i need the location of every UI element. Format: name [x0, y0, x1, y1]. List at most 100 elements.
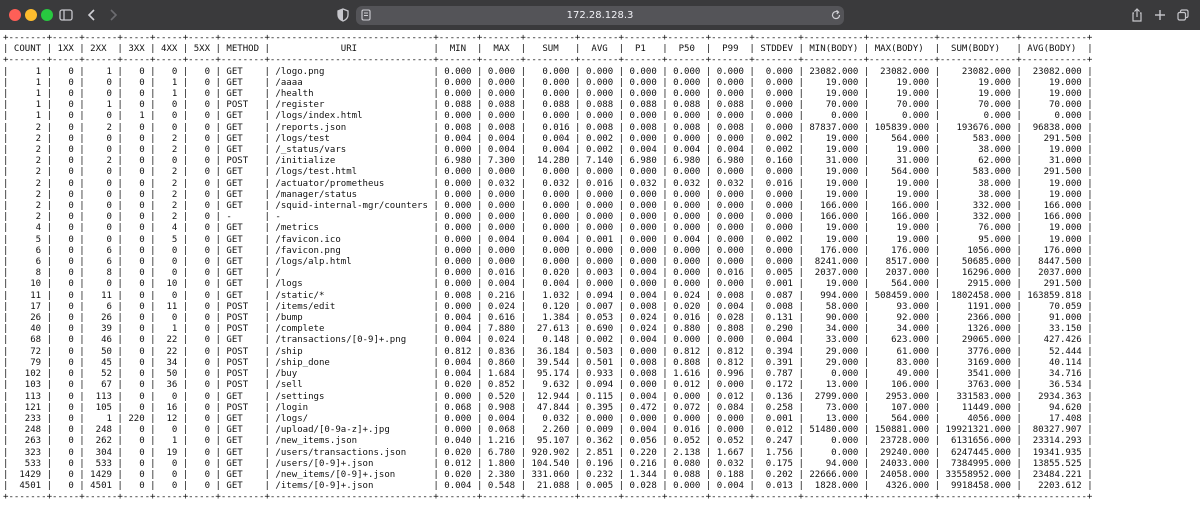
table-cell: 50685.000	[940, 257, 1017, 268]
sidebar-toggle-icon[interactable]	[58, 7, 74, 23]
table-cell: 0.812	[711, 346, 750, 357]
table-cell: 1	[84, 413, 118, 424]
address-bar[interactable]: 172.28.128.3	[356, 6, 844, 25]
table-cell: 220	[122, 413, 151, 424]
close-window-button[interactable]	[9, 9, 21, 21]
table-cell: 0.000	[667, 189, 706, 200]
table-cell: 0	[122, 167, 151, 178]
table-cell: GET	[220, 391, 265, 402]
table-cell: GET	[220, 223, 265, 234]
table-cell: 176.000	[869, 245, 935, 256]
table-cell: 23082.000	[1021, 66, 1088, 77]
table-cell: 1.344	[624, 469, 663, 480]
table-cell: 0.115	[580, 391, 619, 402]
table-cell: 0.004	[482, 279, 521, 290]
table-cell: 40.114	[1021, 357, 1088, 368]
table-cell: 19.000	[803, 133, 864, 144]
table-cell: 0	[155, 313, 183, 324]
table-cell: 6.980	[438, 156, 477, 167]
table-cell: 26	[84, 313, 118, 324]
reload-icon[interactable]	[830, 8, 842, 24]
table-cell: 0	[122, 201, 151, 212]
table-cell: 0	[188, 402, 216, 413]
table-cell: 0.000	[580, 89, 619, 100]
table-cell: 0.808	[711, 324, 750, 335]
table-cell: 11	[8, 290, 47, 301]
table-cell: 0	[122, 335, 151, 346]
table-cell: GET	[220, 89, 265, 100]
tab-overview-icon[interactable]	[1176, 7, 1190, 23]
table-cell: 0.004	[624, 335, 663, 346]
table-cell: /logs/test	[269, 133, 434, 144]
table-cell: 0.000	[754, 257, 799, 268]
table-cell: 7.140	[580, 156, 619, 167]
table-cell: 95.000	[940, 234, 1017, 245]
table-cell: /sell	[269, 380, 434, 391]
table-cell: 0	[122, 469, 151, 480]
table-cell: 12	[155, 413, 183, 424]
table-cell: 0.136	[754, 391, 799, 402]
table-cell: 22	[155, 346, 183, 357]
table-cell: 0.094	[580, 290, 619, 301]
table-cell: 6	[84, 257, 118, 268]
table-cell: 11	[155, 301, 183, 312]
privacy-shield-icon[interactable]	[336, 7, 350, 23]
back-icon[interactable]	[86, 7, 98, 23]
table-cell: 0.216	[624, 458, 663, 469]
table-cell: 3763.000	[940, 380, 1017, 391]
table-cell: 96838.000	[1021, 122, 1088, 133]
table-cell: 19.000	[869, 77, 935, 88]
zoom-window-button[interactable]	[41, 9, 53, 21]
table-cell: 0.000	[438, 279, 477, 290]
table-cell: 0.000	[438, 212, 477, 223]
forward-icon[interactable]	[107, 7, 119, 23]
table-cell: 1828.000	[803, 481, 864, 492]
table-cell: 0	[52, 324, 80, 335]
table-cell: 1191.000	[940, 301, 1017, 312]
table-row: | 2 | 0 | 0 | 0 | 2 | 0 | - | - | 0.000 …	[3, 212, 1093, 223]
table-cell: 0.008	[624, 357, 663, 368]
table-cell: 49.000	[869, 369, 935, 380]
table-row: | 1 | 0 | 0 | 0 | 1 | 0 | GET | /health …	[3, 89, 1093, 100]
table-cell: 0.004	[667, 234, 706, 245]
new-tab-icon[interactable]	[1153, 7, 1167, 23]
table-cell: /logo.png	[269, 66, 434, 77]
table-cell: /actuator/prometheus	[269, 178, 434, 189]
table-cell: 0.032	[482, 178, 521, 189]
table-cell: 0.000	[667, 413, 706, 424]
minimize-window-button[interactable]	[25, 9, 37, 21]
table-cell: 19.000	[869, 89, 935, 100]
table-cell: GET	[220, 290, 265, 301]
table-cell: 0.000	[754, 100, 799, 111]
table-cell: POST	[220, 380, 265, 391]
table-cell: 0.812	[711, 357, 750, 368]
table-row: | 11 | 0 | 11 | 0 | 0 | 0 | GET | /stati…	[3, 290, 1093, 301]
table-cell: GET	[220, 178, 265, 189]
table-cell: 0.000	[667, 279, 706, 290]
table-cell: 0.024	[667, 290, 706, 301]
table-cell: 0	[155, 156, 183, 167]
table-cell: 6	[8, 245, 47, 256]
table-cell: 0.000	[526, 89, 576, 100]
table-cell: 62.000	[940, 156, 1017, 167]
table-cell: 19.000	[803, 145, 864, 156]
table-cell: 0	[84, 89, 118, 100]
table-border: +-------+-----+------+-----+-----+-----+…	[3, 55, 1093, 66]
table-cell: 31.000	[869, 156, 935, 167]
share-icon[interactable]	[1130, 7, 1144, 23]
table-cell: 0.000	[624, 66, 663, 77]
table-cell: 19.000	[1021, 145, 1088, 156]
table-cell: 0	[188, 425, 216, 436]
table-cell: 4	[155, 223, 183, 234]
table-cell: 0	[188, 111, 216, 122]
table-cell: 2	[155, 189, 183, 200]
table-cell: 193676.000	[940, 122, 1017, 133]
table-cell: 0.000	[438, 201, 477, 212]
table-row: | 1 | 0 | 1 | 0 | 0 | 0 | POST | /regist…	[3, 100, 1093, 111]
table-cell: 0.001	[754, 413, 799, 424]
table-cell: 0	[52, 268, 80, 279]
table-cell: /new_items.json	[269, 436, 434, 447]
table-cell: 564.000	[869, 167, 935, 178]
table-cell: 40	[8, 324, 47, 335]
table-cell: 0.008	[624, 369, 663, 380]
